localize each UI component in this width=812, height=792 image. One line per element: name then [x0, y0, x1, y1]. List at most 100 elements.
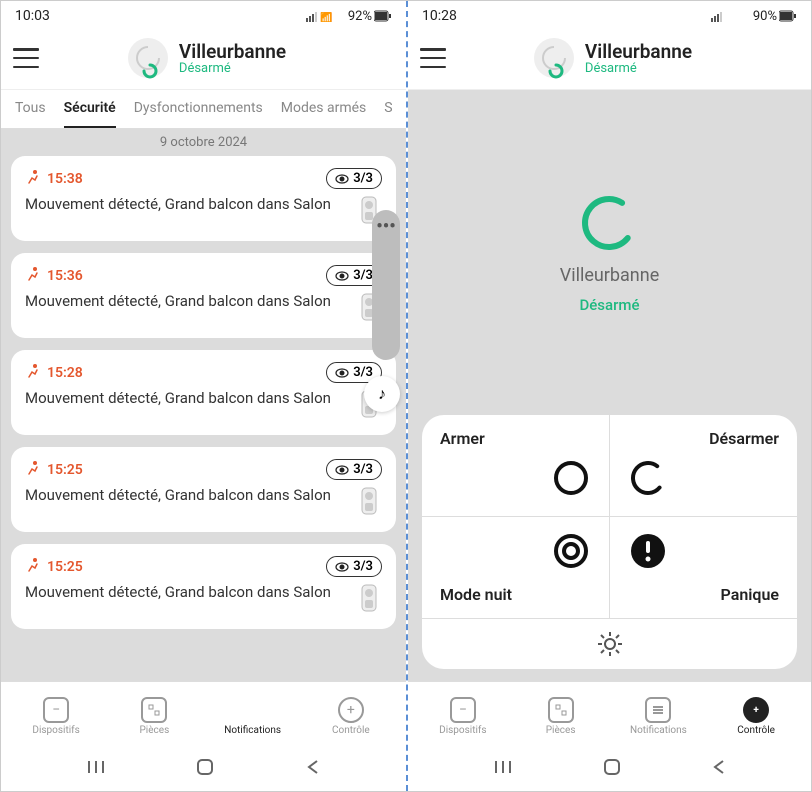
control-icon: + [743, 697, 769, 723]
event-card[interactable]: 15:36 3/3 Mouvement détecté, Grand balco… [11, 253, 396, 338]
status-time: 10:03 [15, 8, 50, 24]
music-note-icon: ♪ [378, 384, 386, 404]
sys-back-button[interactable] [711, 759, 727, 779]
rooms-icon [548, 697, 574, 723]
menu-button[interactable] [13, 48, 39, 68]
system-nav-bar [408, 747, 811, 791]
motion-icon [25, 557, 41, 577]
device-icon [360, 583, 382, 617]
panic-button[interactable]: Panique [610, 517, 798, 618]
disarm-icon [628, 458, 668, 502]
date-heading: 9 octobre 2024 [1, 129, 406, 156]
tab-malfunctions[interactable]: Dysfonctionnements [134, 100, 263, 128]
event-time: 15:25 [47, 462, 83, 478]
motion-icon [25, 363, 41, 383]
header-title: Villeurbanne [179, 40, 286, 63]
rooms-icon [141, 697, 167, 723]
nav-rooms[interactable]: Pièces [512, 697, 610, 736]
eye-icon [335, 271, 349, 281]
event-description: Mouvement détecté, Grand balcon dans Sal… [25, 292, 350, 312]
settings-button[interactable] [422, 618, 797, 669]
photo-badge[interactable]: 3/3 [326, 556, 382, 577]
sys-recent-button[interactable] [493, 759, 513, 779]
nav-rooms[interactable]: Pièces [105, 697, 203, 736]
motion-icon [25, 169, 41, 189]
tab-armed-modes[interactable]: Modes armés [281, 100, 367, 128]
event-time: 15:28 [47, 365, 83, 381]
disarm-button[interactable]: Désarmer [610, 415, 798, 517]
nav-devices[interactable]: − Dispositifs [7, 697, 105, 736]
devices-icon: − [43, 697, 69, 723]
event-description: Mouvement détecté, Grand balcon dans Sal… [25, 389, 350, 409]
events-list[interactable]: 15:38 3/3 Mouvement détecté, Grand balco… [1, 156, 406, 681]
header-center[interactable]: Villeurbanne Désarmé [49, 37, 364, 79]
eye-icon [335, 368, 349, 378]
notifications-icon [645, 697, 671, 723]
nav-devices[interactable]: − Dispositifs [414, 697, 512, 736]
devices-icon: − [450, 697, 476, 723]
menu-button[interactable] [420, 48, 446, 68]
night-mode-button[interactable]: Mode nuit [422, 517, 610, 618]
hub-status-display[interactable]: Villeurbanne Désarmé [560, 90, 659, 415]
nav-control[interactable]: + Contrôle [707, 697, 805, 736]
arm-button[interactable]: Armer [422, 415, 610, 517]
sys-home-button[interactable] [602, 757, 622, 781]
battery-icon [779, 10, 797, 22]
hub-name: Villeurbanne [560, 265, 659, 286]
more-icon: ••• [376, 216, 395, 360]
gear-icon [597, 631, 623, 657]
notifications-icon [240, 697, 266, 723]
event-description: Mouvement détecté, Grand balcon dans Sal… [25, 195, 350, 215]
hub-logo [533, 37, 575, 79]
tab-more-cut[interactable]: S [384, 100, 392, 128]
device-icon [360, 486, 382, 520]
event-card[interactable]: 15:25 3/3 Mouvement détecté, Grand balco… [11, 544, 396, 629]
header-subtitle: Désarmé [179, 61, 286, 76]
battery-icon [374, 10, 392, 22]
signal-icons: 📶 [306, 9, 346, 24]
event-card[interactable]: 15:28 3/3 Mouvement détecté, Grand balco… [11, 350, 396, 435]
status-bar: 10:03 📶 92% [1, 1, 406, 29]
photo-badge[interactable]: 3/3 [326, 459, 382, 480]
header-title: Villeurbanne [585, 40, 692, 63]
sys-home-button[interactable] [195, 757, 215, 781]
status-bar: 10:28 90% [408, 1, 811, 29]
eye-icon [335, 174, 349, 184]
app-header: Villeurbanne Désarmé [1, 29, 406, 90]
sys-back-button[interactable] [305, 759, 321, 779]
event-card[interactable]: 15:25 3/3 Mouvement détecté, Grand balco… [11, 447, 396, 532]
sound-button[interactable]: ♪ [364, 376, 400, 412]
filter-tabs: Tous Sécurité Dysfonctionnements Modes a… [1, 90, 406, 129]
sys-recent-button[interactable] [86, 759, 106, 779]
signal-icons [711, 9, 751, 24]
night-mode-icon [551, 531, 591, 575]
header-center[interactable]: Villeurbanne Désarmé [456, 37, 769, 79]
tab-security[interactable]: Sécurité [64, 100, 116, 128]
battery-percent: 90% [753, 9, 777, 24]
nav-control[interactable]: + Contrôle [302, 697, 400, 736]
event-card[interactable]: 15:38 3/3 Mouvement détecté, Grand balco… [11, 156, 396, 241]
overflow-handle[interactable]: ••• [372, 210, 400, 360]
phone-notifications: 10:03 📶 92% Villeurbanne Désarmé Tous Sé… [1, 1, 406, 791]
nav-notifications[interactable]: Notifications [610, 697, 708, 736]
event-description: Mouvement détecté, Grand balcon dans Sal… [25, 583, 350, 603]
photo-badge[interactable]: 3/3 [326, 168, 382, 189]
system-nav-bar [1, 747, 406, 791]
event-time: 15:38 [47, 171, 83, 187]
eye-icon [335, 562, 349, 572]
control-panel: Armer Désarmer Mode nuit Panique [422, 415, 797, 669]
bottom-nav: − Dispositifs Pièces Notifications + Con… [1, 681, 406, 747]
motion-icon [25, 460, 41, 480]
control-body: Villeurbanne Désarmé Armer Désarmer Mode… [408, 90, 811, 681]
eye-icon [335, 465, 349, 475]
nav-notifications[interactable]: Notifications [204, 697, 302, 736]
battery-percent: 92% [348, 9, 372, 24]
header-subtitle: Désarmé [585, 61, 692, 76]
arm-icon [551, 458, 591, 502]
event-time: 15:25 [47, 559, 83, 575]
app-header: Villeurbanne Désarmé [408, 29, 811, 90]
phone-control: 10:28 90% Villeurbanne Désarmé Villeurba… [408, 1, 811, 791]
svg-text:📶: 📶 [320, 11, 332, 22]
tab-all[interactable]: Tous [15, 100, 46, 128]
motion-icon [25, 266, 41, 286]
